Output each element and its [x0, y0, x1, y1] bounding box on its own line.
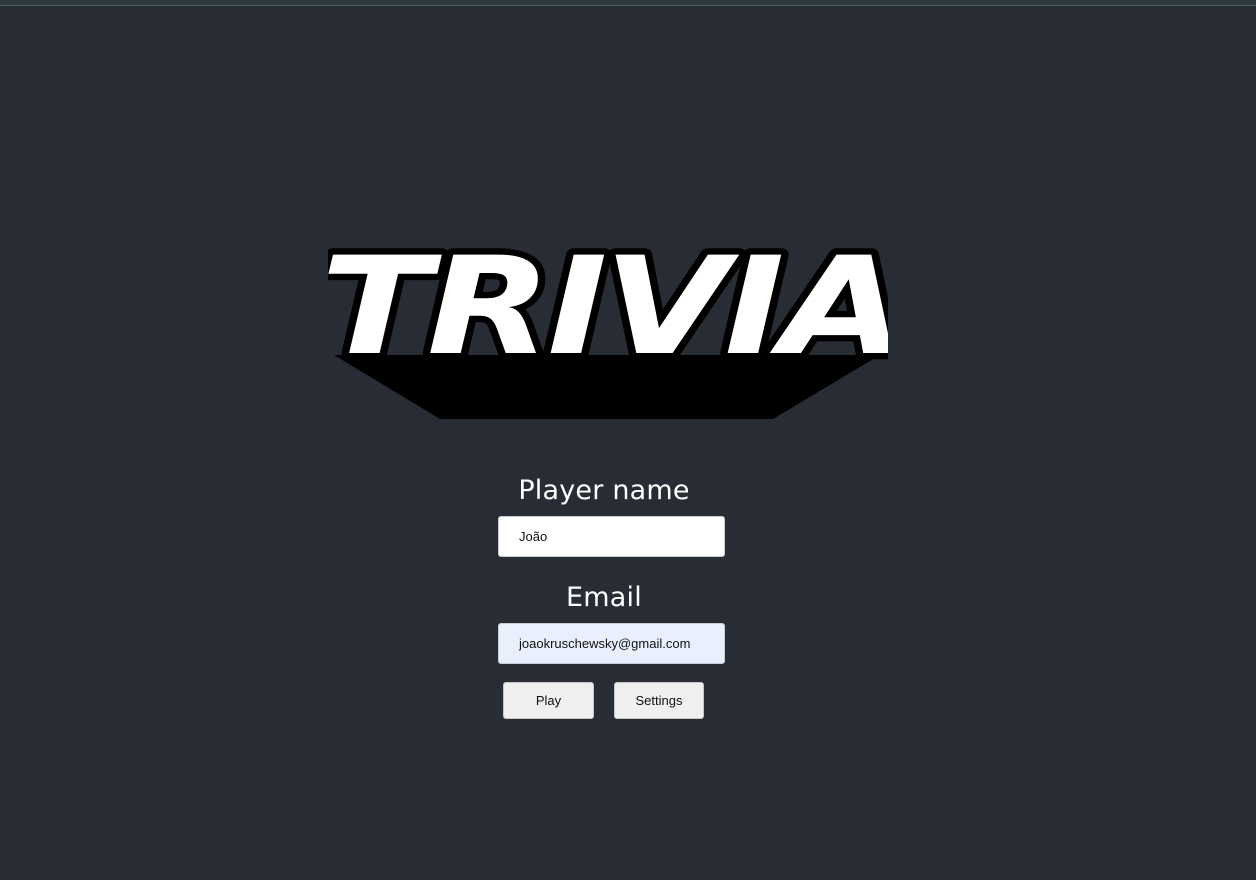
player-name-input[interactable]: [498, 516, 725, 557]
play-button[interactable]: Play: [503, 682, 594, 719]
login-form: Player name Email Play Settings: [0, 0, 1256, 880]
player-name-label: Player name: [518, 475, 690, 506]
email-input[interactable]: [498, 623, 725, 664]
settings-button[interactable]: Settings: [614, 682, 704, 719]
email-label: Email: [566, 582, 642, 613]
